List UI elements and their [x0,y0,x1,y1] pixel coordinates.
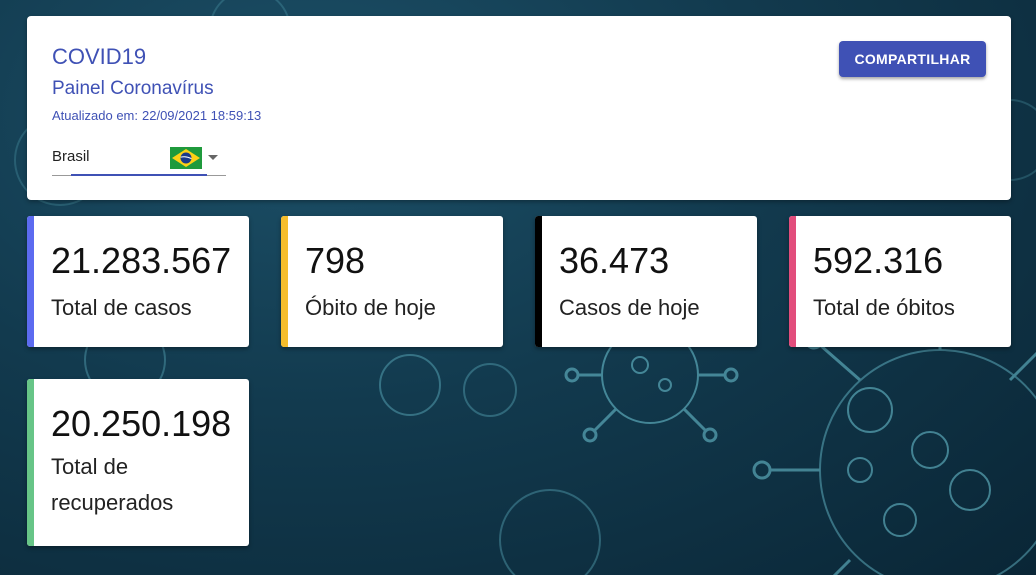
header-card: COVID19 Painel Coronavírus Atualizado em… [27,16,1011,200]
stat-value: 592.316 [813,240,944,281]
stat-value: 798 [305,240,366,281]
share-button[interactable]: COMPARTILHAR [839,41,986,77]
select-focus-underline [71,174,207,176]
stat-label: Total de óbitos [813,295,955,320]
stat-label: Casos de hoje [559,295,700,320]
stat-color-bar [789,216,796,347]
stat-label: Total de recuperados [51,454,174,515]
stat-label: Total de casos [51,295,192,320]
last-updated: Atualizado em: 22/09/2021 18:59:13 [52,108,261,123]
page-subtitle: Painel Coronavírus [52,78,214,99]
stat-color-bar [281,216,288,347]
chevron-down-icon[interactable] [208,155,218,160]
stat-value: 36.473 [559,240,670,281]
country-select[interactable]: Brasil [52,146,226,176]
stat-value: 21.283.567 [51,240,232,281]
brazil-flag-icon [170,147,202,169]
country-select-value: Brasil [52,148,90,165]
stat-color-bar [535,216,542,347]
stat-color-bar [27,216,34,347]
stat-card-recuperados: 20.250.198 Total de recuperados [27,379,249,546]
stat-card-total-obitos: 592.316 Total de óbitos [789,216,1011,347]
last-updated-value: 22/09/2021 18:59:13 [142,108,262,123]
stat-card-total-casos: 21.283.567 Total de casos [27,216,249,347]
stat-label: Óbito de hoje [305,295,436,320]
stat-value: 20.250.198 [51,403,232,444]
stat-card-casos-hoje: 36.473 Casos de hoje [535,216,757,347]
page-title: COVID19 [52,44,147,69]
stat-color-bar [27,379,34,546]
last-updated-label: Atualizado em: [52,108,138,123]
stat-card-obito-hoje: 798 Óbito de hoje [281,216,503,347]
